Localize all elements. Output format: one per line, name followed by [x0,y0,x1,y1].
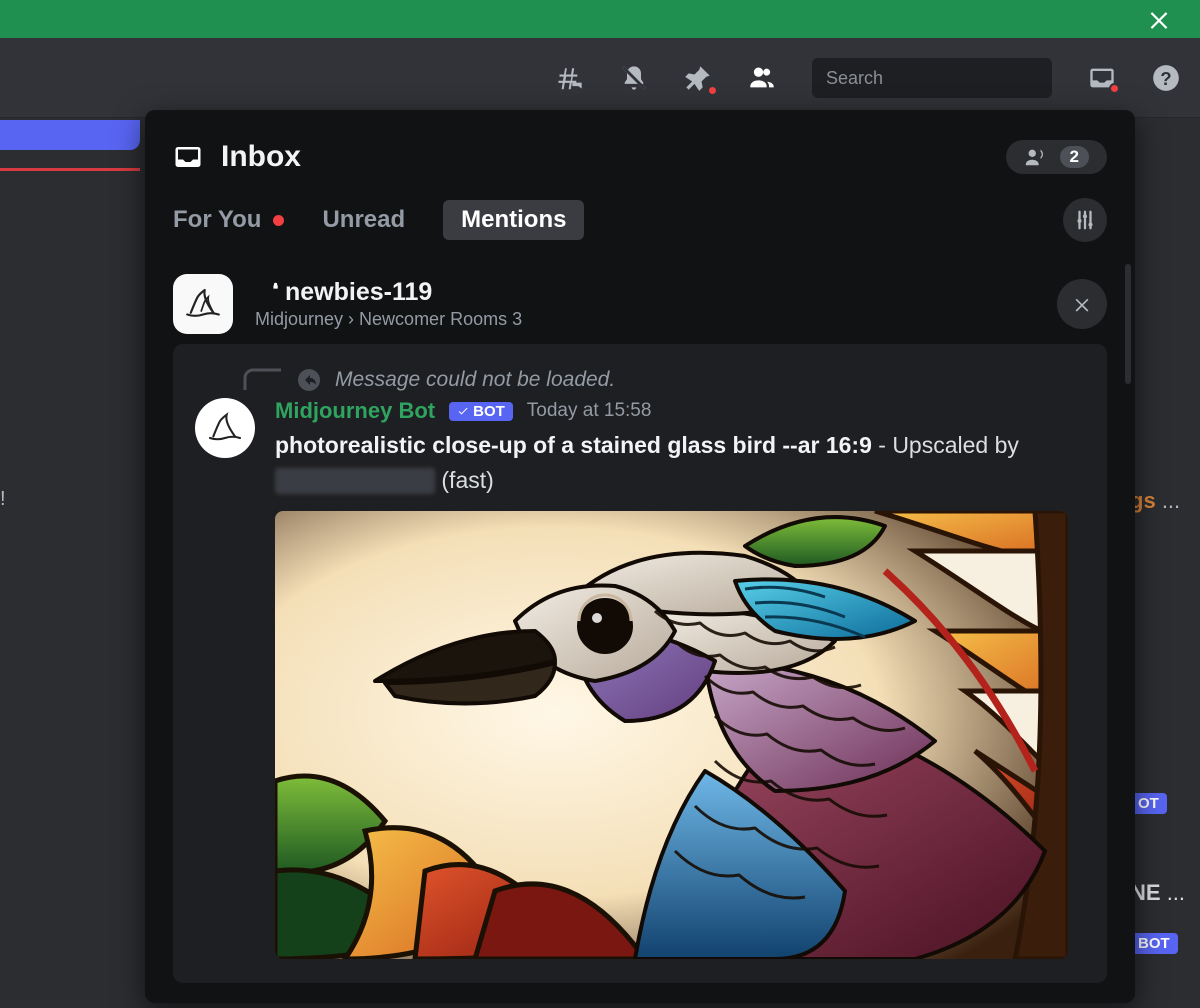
inbox-icon [173,142,203,172]
scrollbar-thumb[interactable] [1125,264,1131,384]
unread-dot [273,215,284,226]
help-icon[interactable]: ? [1152,64,1180,92]
tab-mentions[interactable]: Mentions [443,200,584,240]
reply-reference: Message could not be loaded. [243,368,1085,392]
sliders-icon [1074,209,1096,231]
bot-tag: OT [1130,793,1167,814]
server-icon[interactable] [173,274,233,334]
notifications-muted-icon[interactable] [620,64,648,92]
message-author[interactable]: Midjourney Bot [275,398,435,424]
unread-divider [0,168,140,171]
top-banner [0,0,1200,38]
mention-header[interactable]: newbies-119 Midjourney › Newcomer Rooms … [145,264,1135,344]
close-icon [1072,294,1092,314]
truncated-text: NE ... [1130,880,1185,906]
truncated-text: gs ... [1130,488,1180,514]
member-list-icon[interactable] [748,64,776,92]
image-attachment[interactable] [275,511,1068,959]
bot-tag: BOT [449,402,513,421]
inbox-title: Inbox [221,140,301,174]
dismiss-button[interactable] [1057,279,1107,329]
mentions-friends-pill[interactable]: 2 [1006,140,1107,174]
inbox-icon[interactable] [1088,64,1116,92]
avatar[interactable] [195,398,255,458]
bot-tag: BOT [1130,933,1178,954]
redacted-username [275,468,435,494]
inbox-tabs: For You Unread Mentions [145,184,1135,264]
tab-unread[interactable]: Unread [322,206,405,234]
channel-name[interactable]: newbies-119 [255,278,1035,307]
breadcrumb[interactable]: Midjourney › Newcomer Rooms 3 [255,309,1035,330]
truncated-text: ! [0,488,14,511]
hashtag-locked-icon [255,280,281,306]
threads-icon[interactable] [556,64,584,92]
message-timestamp: Today at 15:58 [527,400,652,422]
reply-error-text: Message could not be loaded. [335,368,615,392]
midjourney-logo-icon [205,408,245,448]
background-member-list: gs ... OT NE ... BOT [1130,118,1200,1003]
count-badge: 2 [1060,146,1089,168]
verified-check-icon [457,405,469,417]
search-input[interactable] [824,67,1060,90]
inbox-panel: Inbox 2 For You Unread Mentions [145,110,1135,1003]
message-card[interactable]: Message could not be loaded. Midjourney … [173,344,1107,983]
tab-for-you[interactable]: For You [173,206,284,234]
reply-arrow-icon [297,368,321,392]
search-box[interactable] [812,58,1052,98]
inbox-settings-button[interactable] [1063,198,1107,242]
close-icon[interactable] [1146,6,1172,32]
svg-text:?: ? [1160,68,1171,89]
new-unread-pill[interactable] [0,120,140,150]
person-wave-icon [1024,146,1046,168]
midjourney-logo-icon [182,283,224,325]
channel-toolbar: ? [0,38,1200,118]
message-content: photorealistic close-up of a stained gla… [275,428,1085,497]
pinned-messages-icon[interactable] [684,64,712,92]
